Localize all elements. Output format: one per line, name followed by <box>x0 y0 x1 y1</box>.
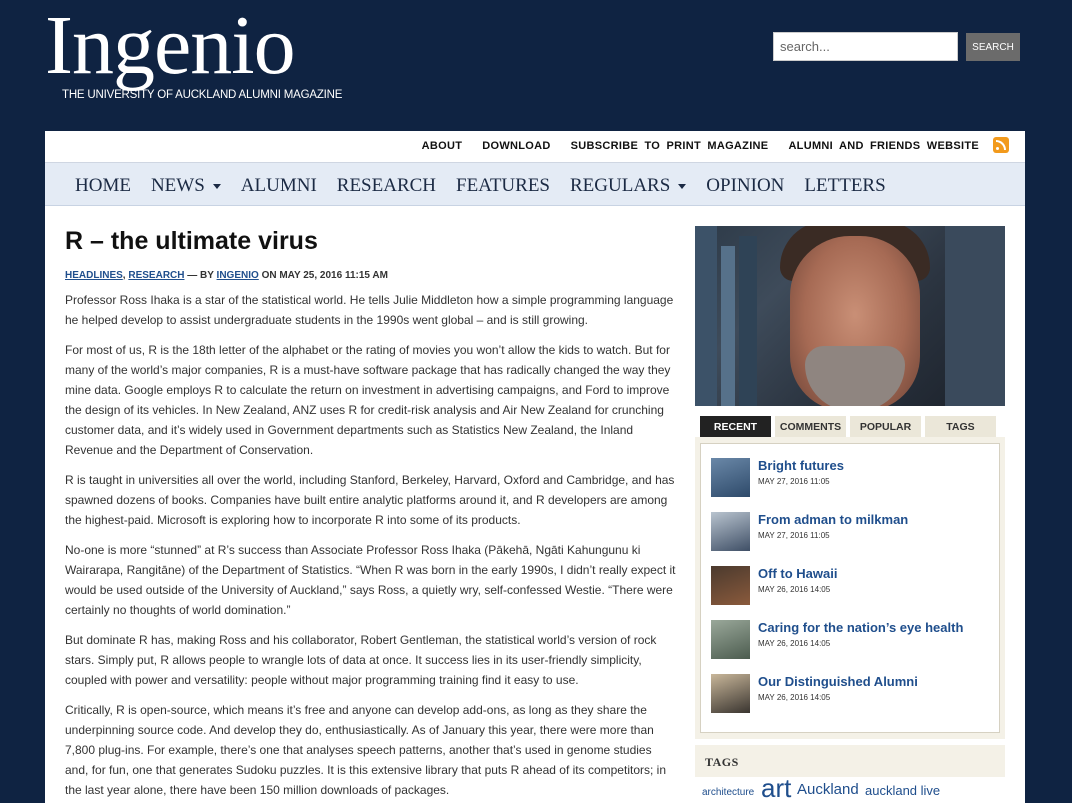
byline-prefix: — BY <box>187 270 214 281</box>
recent-posts-panel: Bright futures MAY 27, 2016 11:05 From ad… <box>695 437 1005 739</box>
tags-heading: TAGS <box>705 755 739 769</box>
site-logo[interactable]: Ingenio <box>45 4 296 88</box>
nav-item-letters[interactable]: LETTERS <box>804 175 885 197</box>
site-tagline: THE UNIVERSITY OF AUCKLAND ALUMNI MAGAZI… <box>62 89 343 101</box>
tag-link[interactable]: architecture <box>702 787 754 798</box>
category-link-headlines[interactable]: HEADLINES <box>65 270 123 281</box>
author-link[interactable]: INGENIO <box>217 270 259 281</box>
post-date: MAY 26, 2016 14:05 <box>758 639 831 648</box>
post-title-link[interactable]: Bright futures <box>758 458 844 473</box>
search-input[interactable] <box>773 32 958 61</box>
article-paragraph: But dominate R has, making Ross and his … <box>65 633 657 687</box>
utility-link-subscribe[interactable]: SUBSCRIBE TO PRINT MAGAZINE <box>571 140 769 152</box>
nav-label: RESEARCH <box>336 175 437 196</box>
rss-icon[interactable] <box>993 137 1009 153</box>
tab-comments[interactable]: COMMENTS <box>775 416 846 437</box>
recent-post-item[interactable]: Bright futures MAY 27, 2016 11:05 <box>711 452 989 506</box>
nav-label: REGULARS <box>570 175 671 196</box>
tag-link[interactable]: auckland live <box>865 783 940 798</box>
search-button[interactable]: SEARCH <box>966 33 1020 61</box>
utility-link-download[interactable]: DOWNLOAD <box>482 140 550 152</box>
post-title-link[interactable]: Off to Hawaii <box>758 566 837 581</box>
article-paragraph: No-one is more “stunned” at R’s success … <box>65 543 676 617</box>
nav-label: LETTERS <box>804 175 886 196</box>
post-thumbnail[interactable] <box>711 620 750 659</box>
nav-item-features[interactable]: FEATURES <box>456 175 550 197</box>
post-thumbnail[interactable] <box>711 458 750 497</box>
post-thumbnail[interactable] <box>711 674 750 713</box>
category-link-research[interactable]: RESEARCH <box>128 270 184 281</box>
utility-link-alumni-website[interactable]: ALUMNI AND FRIENDS WEBSITE <box>788 140 979 152</box>
post-thumbnail[interactable] <box>711 566 750 605</box>
utility-link-about[interactable]: ABOUT <box>422 140 463 152</box>
article: R – the ultimate virus HEADLINES, RESEAR… <box>65 223 677 800</box>
recent-post-item[interactable]: Caring for the nation’s eye health MAY 26… <box>711 614 989 668</box>
post-title-link[interactable]: From adman to milkman <box>758 512 908 527</box>
tab-popular[interactable]: POPULAR <box>850 416 921 437</box>
feature-portrait-image <box>695 226 1005 406</box>
post-thumbnail[interactable] <box>711 512 750 551</box>
post-date: MAY 27, 2016 11:05 <box>758 477 830 486</box>
recent-post-item[interactable]: Off to Hawaii MAY 26, 2016 14:05 <box>711 560 989 614</box>
nav-label: OPINION <box>706 175 785 196</box>
recent-post-item[interactable]: Our Distinguished Alumni MAY 26, 2016 14:… <box>711 668 989 722</box>
nav-label: FEATURES <box>456 175 550 196</box>
nav-item-news[interactable]: NEWS <box>151 175 221 197</box>
nav-item-regulars[interactable]: REGULARS <box>570 175 687 197</box>
nav-item-alumni[interactable]: ALUMNI <box>241 175 317 197</box>
article-date: ON MAY 25, 2016 11:15 AM <box>261 270 388 281</box>
article-paragraph: For most of us, R is the 18th letter of … <box>65 343 671 457</box>
nav-label: NEWS <box>150 175 205 196</box>
chevron-down-icon <box>678 183 687 189</box>
post-date: MAY 26, 2016 14:05 <box>758 693 831 702</box>
article-paragraph: Critically, R is open-source, which mean… <box>65 703 666 797</box>
post-title-link[interactable]: Our Distinguished Alumni <box>758 674 918 689</box>
post-title-link[interactable]: Caring for the nation’s eye health <box>758 620 963 635</box>
article-title: R – the ultimate virus <box>65 227 318 255</box>
recent-post-item[interactable]: From adman to milkman MAY 27, 2016 11:05 <box>711 506 989 560</box>
post-date: MAY 27, 2016 11:05 <box>758 531 830 540</box>
article-meta: HEADLINES, RESEARCH — BY INGENIO ON MAY … <box>65 270 388 281</box>
article-paragraph: Professor Ross Ihaka is a star of the st… <box>65 293 674 327</box>
nav-item-home[interactable]: HOME <box>75 175 131 197</box>
tag-link[interactable]: Auckland <box>797 781 859 798</box>
sidebar: RECENT COMMENTS POPULAR TAGS Bright futu… <box>695 226 1005 803</box>
article-paragraph: R is taught in universities all over the… <box>65 473 675 527</box>
nav-label: ALUMNI <box>240 175 317 196</box>
tab-tags[interactable]: TAGS <box>925 416 996 437</box>
page-container: ABOUT DOWNLOAD SUBSCRIBE TO PRINT MAGAZI… <box>45 131 1025 803</box>
tab-recent[interactable]: RECENT <box>700 416 771 437</box>
utility-nav: ABOUT DOWNLOAD SUBSCRIBE TO PRINT MAGAZI… <box>45 131 1025 163</box>
sidebar-tabs: RECENT COMMENTS POPULAR TAGS <box>695 416 1005 437</box>
tags-heading-bar: TAGS <box>695 745 1005 777</box>
nav-label: HOME <box>75 175 131 196</box>
nav-item-research[interactable]: RESEARCH <box>337 175 436 197</box>
nav-item-opinion[interactable]: OPINION <box>706 175 784 197</box>
chevron-down-icon <box>212 183 221 189</box>
tag-cloud: architecture art Auckland auckland live <box>695 773 1005 803</box>
post-date: MAY 26, 2016 14:05 <box>758 585 831 594</box>
masthead: Ingenio THE UNIVERSITY OF AUCKLAND ALUMN… <box>45 0 1025 131</box>
tag-link[interactable]: art <box>761 773 791 803</box>
main-nav: HOME NEWS ALUMNI RESEARCH FEATURES REGUL… <box>45 163 1025 206</box>
